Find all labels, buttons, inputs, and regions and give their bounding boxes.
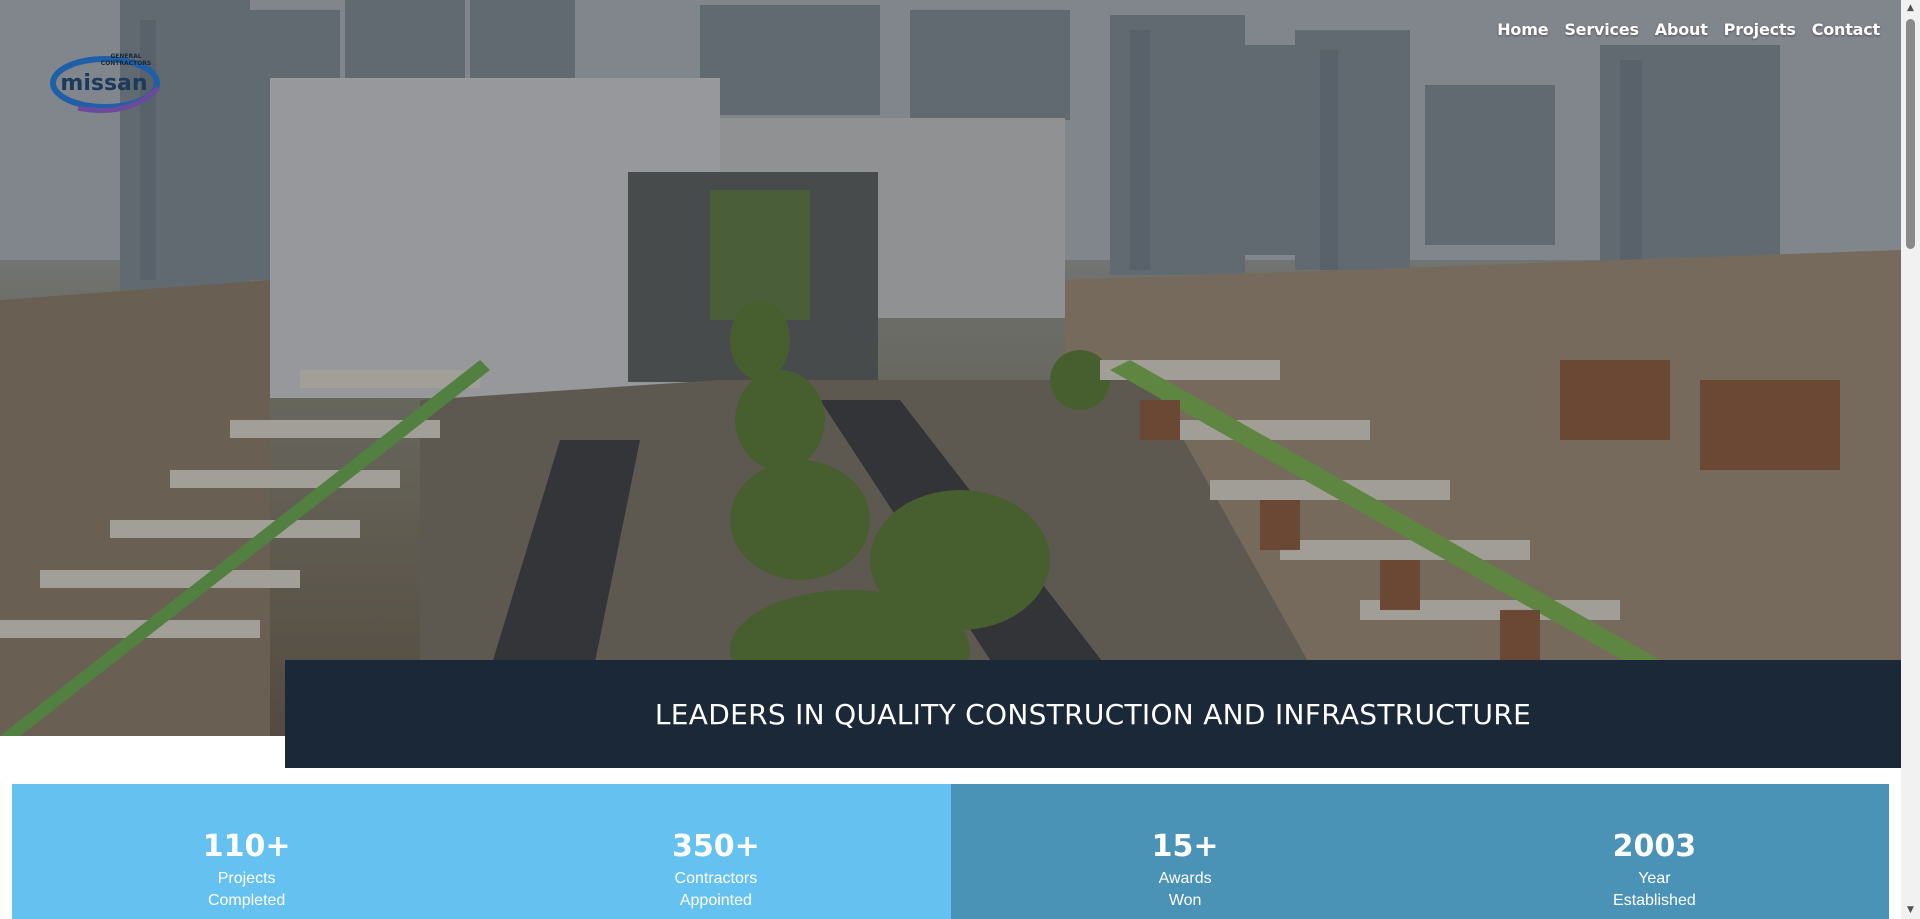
stat-value: 15+	[1151, 829, 1219, 864]
stat-label: Awards	[1158, 870, 1212, 887]
logo-sub-text: CONTRACTORS	[101, 60, 151, 67]
hero-overlay	[0, 0, 1901, 736]
stat-label: Won	[1168, 892, 1202, 909]
stats-right-panel: 15+ Awards Won 2003 Year Established	[950, 784, 1889, 919]
stats-left-panel: 110+ Projects Completed 350+ Contractors…	[12, 784, 951, 919]
hero-image	[0, 0, 1901, 736]
logo-top-text: GENERAL	[110, 53, 141, 60]
logo-name: missan	[60, 71, 147, 96]
nav-about[interactable]: About	[1655, 20, 1708, 39]
stat-label: Appointed	[679, 892, 752, 909]
stat-awards: 15+ Awards Won	[951, 784, 1420, 919]
stat-label: Established	[1613, 892, 1696, 909]
stat-contractors: 350+ Contractors Appointed	[481, 784, 950, 919]
nav-projects[interactable]: Projects	[1724, 20, 1796, 39]
stat-label: Projects	[217, 870, 276, 887]
stat-label: Year	[1638, 870, 1671, 887]
stat-label: Contractors	[674, 870, 758, 887]
tagline-heading: LEADERS IN QUALITY CONSTRUCTION AND INFR…	[654, 697, 1532, 731]
stat-value: 110+	[202, 829, 291, 864]
nav-services[interactable]: Services	[1564, 20, 1639, 39]
stat-value: 350+	[671, 829, 760, 864]
stat-projects: 110+ Projects Completed	[12, 784, 481, 919]
stats-bar: 110+ Projects Completed 350+ Contractors…	[12, 784, 1889, 919]
nav-contact[interactable]: Contact	[1812, 20, 1881, 39]
page: GENERAL CONTRACTORS missan Home Services…	[0, 0, 1920, 919]
logo[interactable]: GENERAL CONTRACTORS missan	[48, 46, 166, 120]
scrollbar-thumb[interactable]	[1906, 19, 1915, 249]
stat-value: 2003	[1612, 829, 1697, 864]
page-scrollbar[interactable]: ▲ ▼	[1901, 0, 1920, 919]
tagline-banner: LEADERS IN QUALITY CONSTRUCTION AND INFR…	[285, 660, 1901, 768]
chevron-up-icon[interactable]: ▲	[1901, 0, 1920, 17]
stat-label: Completed	[207, 892, 286, 909]
stat-year: 2003 Year Established	[1420, 784, 1889, 919]
nav-home[interactable]: Home	[1497, 20, 1548, 39]
chevron-down-icon[interactable]: ▼	[1901, 902, 1920, 919]
missan-logo-mark: GENERAL CONTRACTORS missan	[50, 53, 160, 113]
main-nav: Home Services About Projects Contact	[1497, 20, 1880, 39]
